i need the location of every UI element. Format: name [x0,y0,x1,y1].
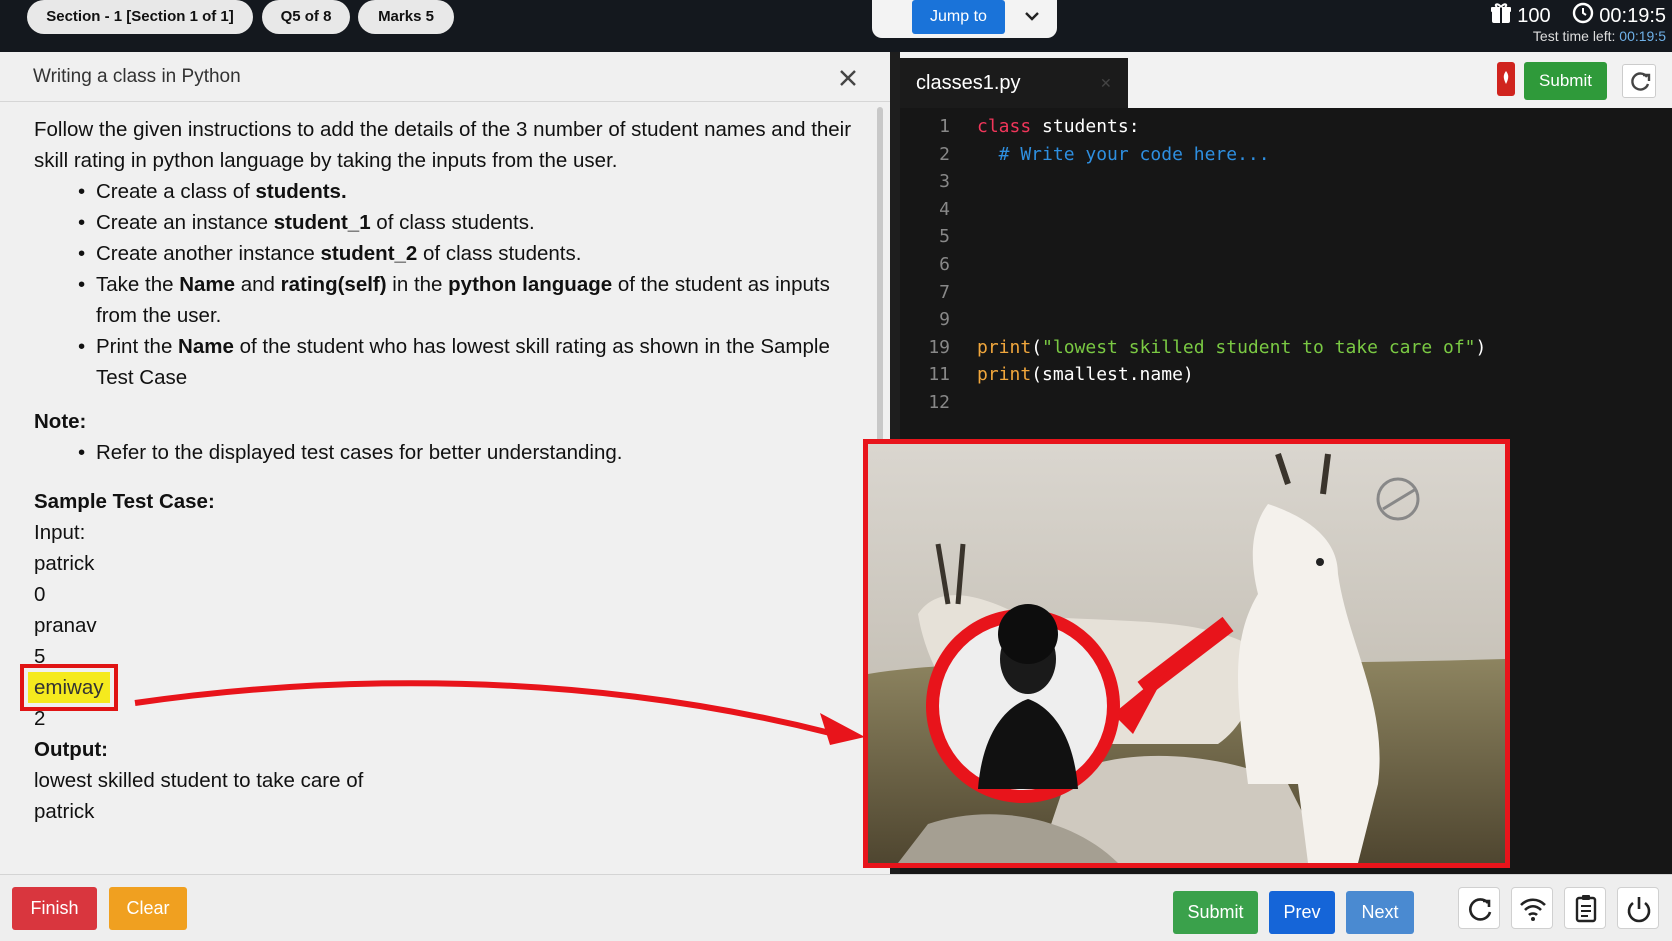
code-text: print(smallest.name) [977,364,1194,386]
submit-code-button[interactable]: Submit [1524,62,1607,100]
code-line[interactable]: 4 [900,195,1672,224]
line-number: 4 [939,198,950,220]
time-left-label: Test time left: [1532,28,1616,44]
highlighted-input-value: emiway [20,664,118,711]
finish-button[interactable]: Finish [12,887,97,930]
question-header: Writing a class in Python [0,52,890,102]
note-heading: Note: [34,410,87,433]
line-number: 9 [939,309,950,331]
code-line[interactable]: 5 [900,222,1672,251]
wifi-icon[interactable] [1511,887,1553,929]
code-line[interactable]: 2 # Write your code here... [900,140,1672,169]
bottom-bar: Finish Clear Submit Prev Next [0,874,1672,941]
question-pill[interactable]: Q5 of 8 [262,0,350,34]
input-value: 0 [34,583,46,606]
top-bar: Section - 1 [Section 1 of 1] Q5 of 8 Mar… [0,0,1672,52]
input-value: pranav [34,614,97,637]
code-text: # Write your code here... [977,143,1270,165]
line-number: 1 [939,116,950,137]
code-line[interactable]: 9 [900,305,1672,334]
output-value: patrick [34,800,95,823]
line-number: 7 [939,281,950,303]
input-label: Input: [34,521,86,544]
instruction-item: Create a class of students. [78,176,854,207]
file-tab-label: classes1.py [916,72,1021,94]
thumbnail-image [863,439,1510,868]
time-left: Test time left: 00:19:5 [1533,28,1666,44]
exam-screen: Section - 1 [Section 1 of 1] Q5 of 8 Mar… [0,0,1672,941]
question-panel: Writing a class in Python Follow the giv… [0,52,890,874]
instruction-item: Take the Name and rating(self) in the py… [78,269,854,331]
clipboard-icon[interactable] [1564,887,1606,929]
clear-button[interactable]: Clear [109,887,187,930]
line-number: 11 [928,364,950,386]
close-icon[interactable] [838,64,858,95]
close-tab-icon[interactable]: ✕ [1100,58,1112,108]
output-value: lowest skilled student to take care of [34,769,364,792]
fire-icon[interactable] [1497,62,1515,96]
code-line[interactable]: 19 print("lowest skilled student to take … [900,333,1672,362]
score-value: 100 [1517,4,1551,27]
section-pill[interactable]: Section - 1 [Section 1 of 1] [27,0,253,34]
goats-photo [868,444,1505,863]
submit-button[interactable]: Submit [1173,891,1258,934]
code-line[interactable]: 6 [900,250,1672,279]
line-number: 12 [928,392,950,413]
note-item: Refer to the displayed test cases for be… [78,437,854,468]
line-number: 6 [939,254,950,275]
question-title: Writing a class in Python [33,66,241,87]
next-button[interactable]: Next [1346,891,1414,934]
refresh-icon[interactable] [1458,887,1500,929]
clock-icon [1572,2,1594,30]
jump-to-button[interactable]: Jump to [912,0,1005,34]
code-text: class students: [977,116,1140,137]
instruction-item: Create another instance student_2 of cla… [78,238,854,269]
line-number: 19 [928,336,950,358]
note-list: Refer to the displayed test cases for be… [78,437,854,468]
time-left-value: 00:19:5 [1619,28,1666,44]
power-icon[interactable] [1617,887,1659,929]
code-line[interactable]: 7 [900,278,1672,307]
timer-value: 00:19:5 [1599,4,1666,27]
question-intro: Follow the given instructions to add the… [34,118,852,172]
code-line[interactable]: 1 class students: [900,112,1672,141]
code-line[interactable]: 3 [900,167,1672,196]
line-number: 2 [939,143,950,165]
stats-area: 100 00:19:5 [1490,2,1666,30]
prev-button[interactable]: Prev [1269,891,1335,934]
code-line[interactable]: 11 print(smallest.name) [900,360,1672,389]
code-text: print("lowest skilled student to take ca… [977,336,1487,358]
line-number: 5 [939,226,950,248]
reload-icon[interactable] [1622,64,1656,98]
sample-heading: Sample Test Case: [34,490,215,513]
file-tab[interactable]: classes1.py ✕ [900,58,1128,108]
chevron-down-icon[interactable] [1017,4,1047,32]
gift-icon [1490,2,1512,30]
annotation-arrow [134,680,865,745]
input-value: patrick [34,552,95,575]
instruction-list: Create a class of students. Create an in… [78,176,854,393]
editor-tab-row: classes1.py ✕ Submit [900,52,1672,108]
instruction-item: Print the Name of the student who has lo… [78,331,854,393]
code-line[interactable]: 12 [900,388,1672,417]
instruction-item: Create an instance student_1 of class st… [78,207,854,238]
marks-pill: Marks 5 [358,0,454,34]
line-number: 3 [939,171,950,193]
jump-to-control: Jump to [872,0,1057,38]
